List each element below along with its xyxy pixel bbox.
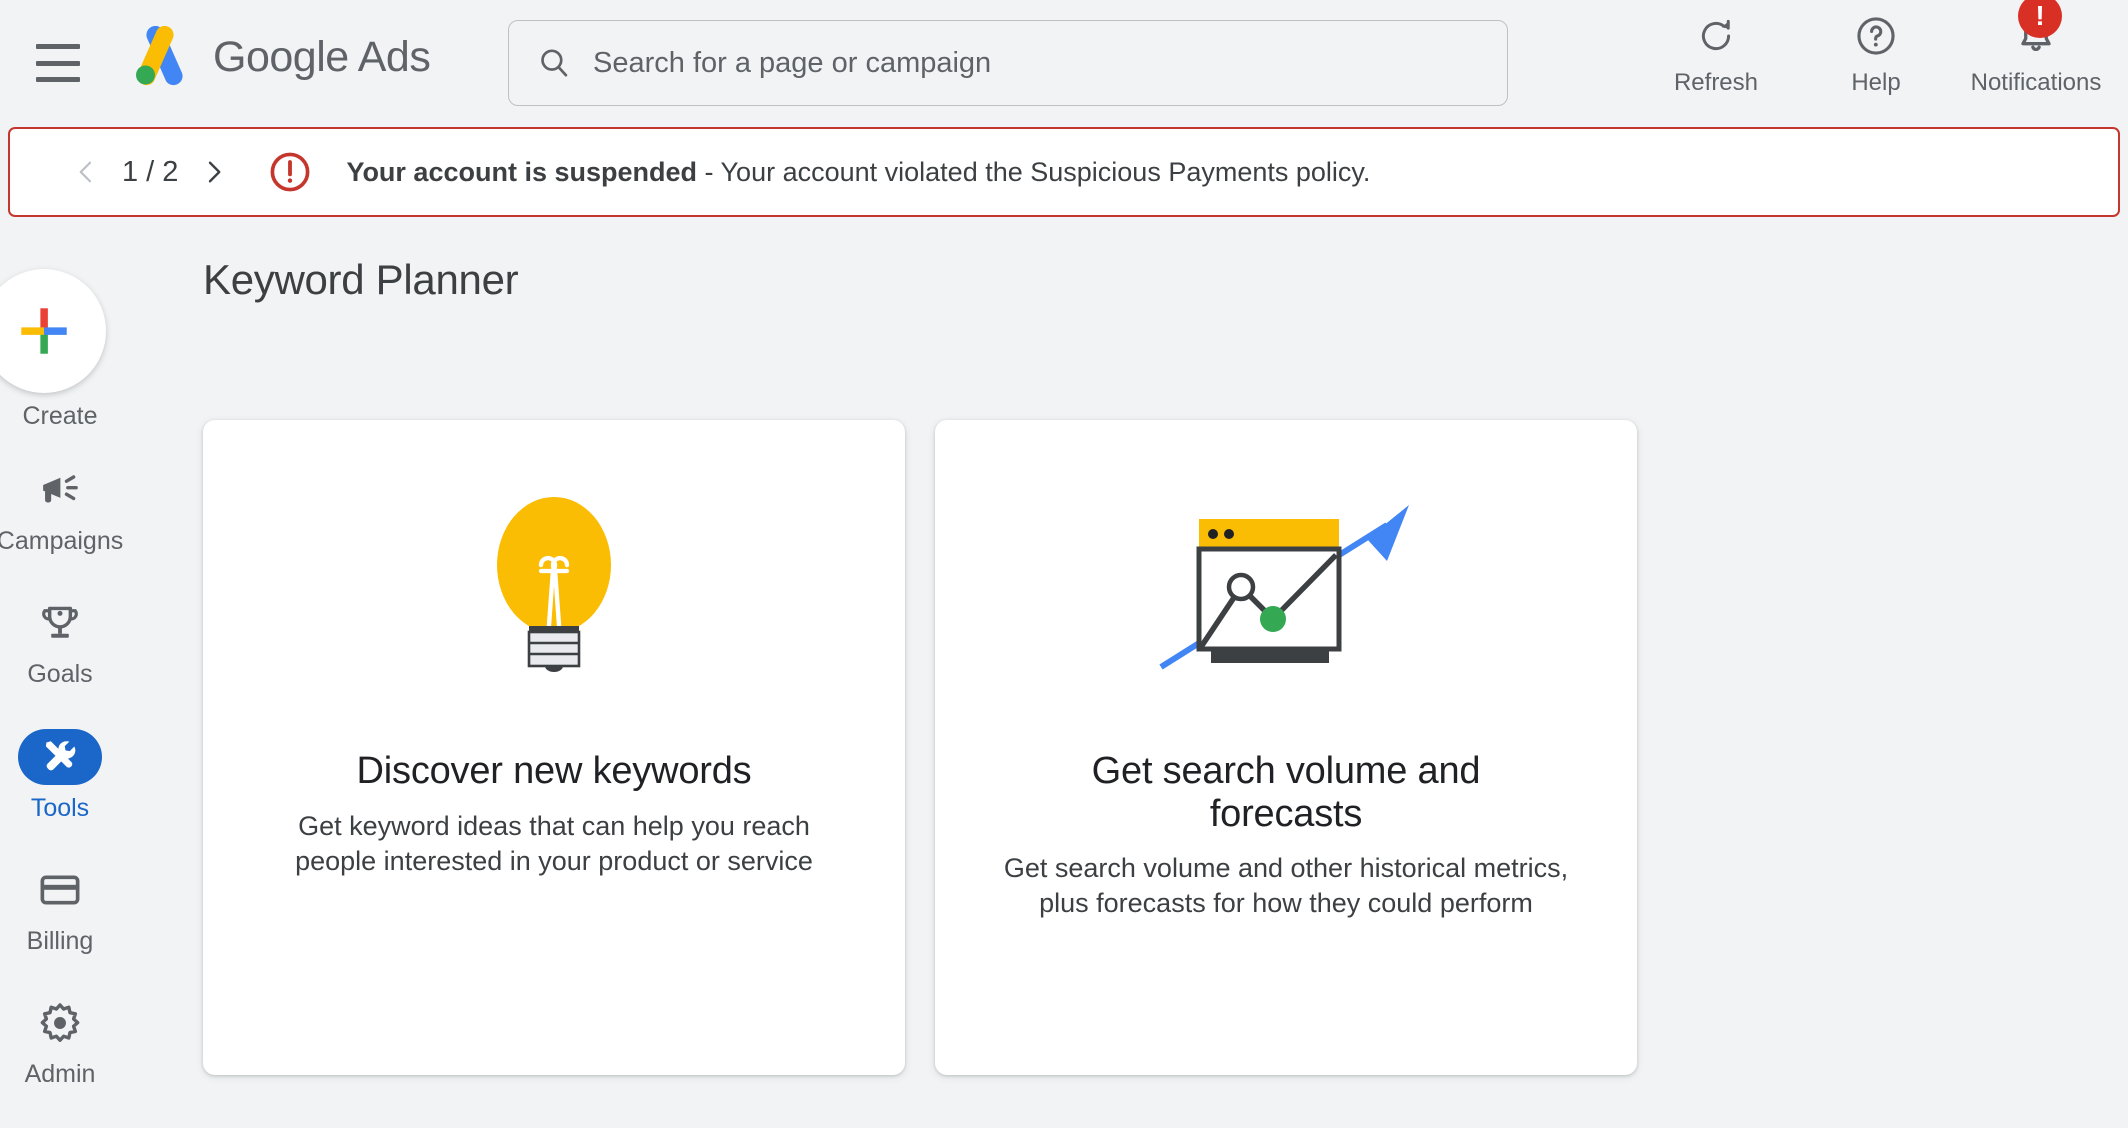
create-button[interactable]: [0, 269, 106, 393]
keyword-planner-cards: Discover new keywords Get keyword ideas …: [203, 420, 1637, 1075]
sidebar-label-goals: Goals: [27, 660, 93, 688]
brand-text: Google Ads: [213, 32, 431, 82]
alert-message: Your account is suspended - Your account…: [346, 157, 1370, 188]
card-title: Get search volume and forecasts: [1091, 750, 1481, 835]
brand-logo-link[interactable]: Google Ads: [133, 26, 431, 88]
help-button[interactable]: Help: [1810, 10, 1942, 97]
sidebar-label-campaigns: Campaigns: [0, 527, 124, 555]
sidebar-item-admin[interactable]: Admin: [0, 995, 120, 1089]
sidebar-item-billing[interactable]: Billing: [0, 862, 120, 956]
megaphone-icon: [18, 462, 102, 518]
create-label: Create: [22, 402, 98, 430]
plus-icon: [21, 308, 67, 354]
sidebar-label-billing: Billing: [26, 927, 94, 955]
card-description: Get keyword ideas that can help you reac…: [295, 810, 813, 876]
notifications-label: Notifications: [1970, 69, 2102, 96]
search-placeholder: Search for a page or campaign: [593, 46, 992, 79]
refresh-label: Refresh: [1673, 69, 1759, 96]
hamburger-menu-icon[interactable]: [36, 44, 80, 82]
help-circle-icon: [1854, 10, 1898, 62]
card-description: Get search volume and other historical m…: [1003, 853, 1569, 919]
alert-title: Your account is suspended: [346, 156, 698, 187]
bell-icon: !: [2014, 0, 2062, 62]
top-bar: Google Ads Search for a page or campaign…: [0, 0, 2128, 127]
alert-detail: Your account violated the Suspicious Pay…: [720, 156, 1371, 187]
help-label: Help: [1851, 69, 1901, 96]
browser-chart-arrow-illustration: [935, 420, 1637, 750]
left-sidebar: Create Campaigns Goals Tools Billing Adm…: [0, 217, 124, 1128]
error-exclamation-icon: [271, 152, 310, 192]
sidebar-label-tools: Tools: [30, 794, 90, 822]
card-get-search-volume-and-forecasts[interactable]: Get search volume and forecasts Get sear…: [935, 420, 1637, 1075]
notifications-button[interactable]: ! Notifications: [1970, 0, 2102, 97]
account-suspended-alert: 1 / 2 Your account is suspended - Your a…: [8, 127, 2120, 217]
alert-pagination: 1 / 2: [64, 150, 236, 194]
gear-icon: [18, 995, 102, 1051]
sidebar-item-goals[interactable]: Goals: [0, 595, 120, 689]
sidebar-item-tools[interactable]: Tools: [0, 729, 120, 823]
top-actions: Refresh Help ! Notifications: [1650, 0, 2102, 97]
lightbulb-illustration: [203, 420, 905, 750]
search-icon: [541, 49, 568, 77]
card-title: Discover new keywords: [356, 750, 752, 792]
alert-prev-button[interactable]: [64, 150, 108, 194]
card-discover-new-keywords[interactable]: Discover new keywords Get keyword ideas …: [203, 420, 905, 1075]
alert-separator: -: [697, 156, 721, 187]
sidebar-label-admin: Admin: [24, 1060, 96, 1088]
page-title: Keyword Planner: [203, 256, 519, 303]
brand-google: Google: [213, 32, 349, 81]
refresh-button[interactable]: Refresh: [1650, 10, 1782, 97]
hamburger-line: [36, 77, 80, 82]
google-ads-logo: [136, 26, 183, 86]
sidebar-item-campaigns[interactable]: Campaigns: [0, 462, 124, 556]
alert-next-button[interactable]: [192, 150, 236, 194]
tools-wrench-icon: [18, 729, 102, 785]
search-input[interactable]: Search for a page or campaign: [508, 20, 1508, 106]
hamburger-line: [36, 60, 80, 66]
brand-ads: Ads: [357, 32, 431, 81]
alert-page-indicator: 1 / 2: [122, 155, 179, 188]
credit-card-icon: [18, 862, 102, 918]
trophy-icon: [18, 595, 102, 651]
refresh-icon: [1695, 10, 1737, 62]
hamburger-line: [36, 44, 80, 49]
